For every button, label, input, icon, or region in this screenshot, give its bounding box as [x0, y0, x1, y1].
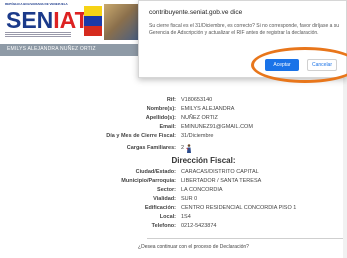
field-local: Local: 1S4: [0, 213, 347, 221]
field-label: Vialidad:: [153, 196, 176, 202]
seniat-logo[interactable]: SENIAT: [6, 7, 89, 34]
field-cierre: Día y Mes de Cierre Fiscal: 31/Diciembre: [0, 132, 347, 140]
field-value: 1S4: [181, 214, 191, 220]
divider: [147, 238, 347, 239]
field-label: Edificación:: [144, 205, 176, 211]
field-label: Nombre(s):: [146, 106, 176, 112]
field-value: V180653140: [181, 97, 213, 103]
field-apellidos: Apellido(s): NUÑEZ ORTIZ: [0, 114, 347, 122]
page-scrollbar[interactable]: [343, 56, 347, 258]
field-label: Apellido(s):: [145, 115, 176, 121]
field-value: LIBERTADOR / SANTA TERESA: [181, 178, 262, 184]
field-value: 31/Diciembre: [181, 133, 214, 139]
field-email: Email: EMINUNEZ91@GMAIL.COM: [0, 123, 347, 131]
field-sector: Sector: LA CONCORDIA: [0, 186, 347, 194]
field-value: EMILYS ALEJANDRA: [181, 106, 235, 112]
field-label: Municipio/Parroquia:: [121, 178, 176, 184]
logo-subtitle-lines: [5, 32, 71, 40]
field-value: NUÑEZ ORTIZ: [181, 115, 218, 121]
field-value: 2: [181, 145, 185, 151]
confirm-dialog: contribuyente.seniat.gob.ve dice Su cier…: [138, 0, 347, 83]
logo-text-a: SEN: [6, 7, 54, 33]
field-label: Email:: [159, 124, 176, 130]
dialog-title: contribuyente.seniat.gob.ve dice: [149, 9, 243, 16]
field-value: EMINUNEZ91@GMAIL.COM: [181, 124, 253, 130]
venezuela-flag: [84, 6, 102, 36]
field-value: 0212-5423874: [181, 223, 217, 229]
field-label: Día y Mes de Cierre Fiscal:: [106, 133, 176, 139]
field-ciudad: Ciudad/Estado: CARACAS/DISTRITO CAPITAL: [0, 168, 347, 176]
field-edificacion: Edificación: CENTRO RESIDENCIAL CONCORDI…: [0, 204, 347, 212]
field-label: Local:: [159, 214, 176, 220]
field-value: SUR 0: [181, 196, 198, 202]
field-telefono: Telefono: 0212-5423874: [0, 222, 347, 230]
field-label: Telefono:: [151, 223, 176, 229]
highlight-annotation: [251, 47, 347, 83]
field-label: Rif:: [166, 97, 176, 103]
dialog-message: Su cierre fiscal es el 31/Diciembre, es …: [149, 23, 340, 36]
address-title: Dirección Fiscal:: [171, 156, 236, 165]
field-vialidad: Vialidad: SUR 0: [0, 195, 347, 203]
field-value: CARACAS/DISTRITO CAPITAL: [181, 169, 259, 175]
field-label: Cargas Familiares:: [126, 145, 176, 151]
field-label: Sector:: [157, 187, 176, 193]
field-value: CENTRO RESIDENCIAL CONCORDIA PISO 1: [181, 205, 297, 211]
family-icon[interactable]: [186, 144, 192, 153]
logo-top-text: REPÚBLICA BOLIVARIANA DE VENEZUELA: [5, 2, 68, 6]
user-name: EMILYS ALEJANDRA NUÑEZ ORTIZ: [7, 46, 96, 52]
field-rif: Rif: V180653140: [0, 96, 347, 104]
field-label: Ciudad/Estado:: [135, 169, 176, 175]
field-cargas: Cargas Familiares: 2: [0, 144, 347, 153]
field-value: LA CONCORDIA: [181, 187, 223, 193]
field-municipio: Municipio/Parroquia: LIBERTADOR / SANTA …: [0, 177, 347, 185]
main-content: Rif: V180653140 Nombre(s): EMILYS ALEJAN…: [0, 56, 347, 258]
field-nombre: Nombre(s): EMILYS ALEJANDRA: [0, 105, 347, 113]
continue-question: ¿Desea continuar con el proceso de Decla…: [138, 244, 249, 250]
